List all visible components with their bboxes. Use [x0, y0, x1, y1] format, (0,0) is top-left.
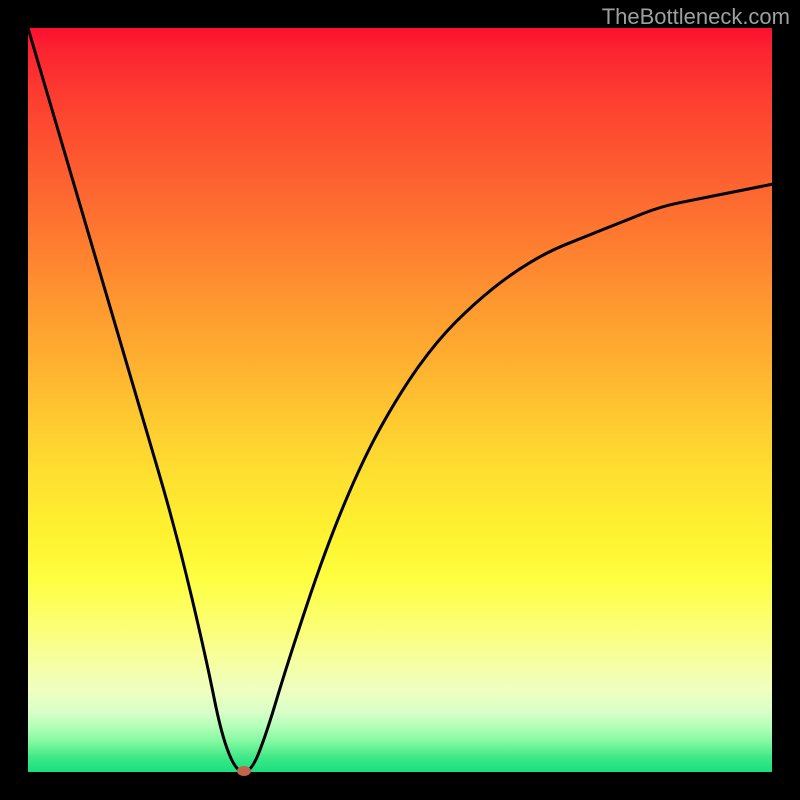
plot-area [28, 28, 772, 772]
optimal-point-marker [237, 766, 251, 776]
bottleneck-curve [28, 28, 772, 772]
watermark-text: TheBottleneck.com [602, 4, 790, 30]
chart-frame: TheBottleneck.com [0, 0, 800, 800]
